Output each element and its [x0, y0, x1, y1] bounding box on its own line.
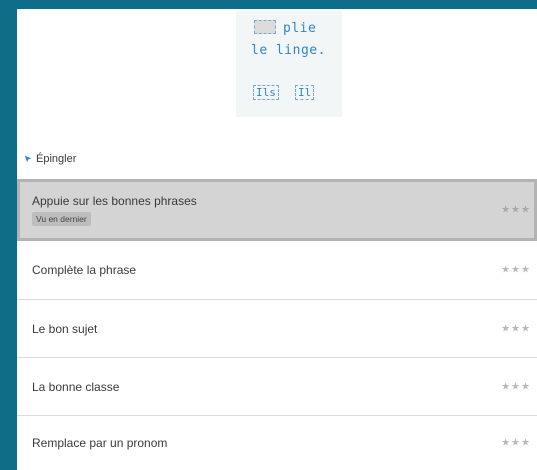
- exercise-preview-thumbnail[interactable]: plie le linge. Ils Il: [236, 11, 342, 117]
- pin-button[interactable]: Épingler: [24, 149, 76, 169]
- exercise-item-le-bon-sujet[interactable]: Le bon sujet ★★★: [17, 299, 537, 357]
- exercise-label: La bonne classe: [32, 379, 120, 394]
- rating-stars: ★★★: [501, 437, 531, 449]
- exercise-label: Le bon sujet: [32, 321, 98, 336]
- rating-stars: ★★★: [501, 381, 531, 392]
- pin-label: Épingler: [36, 153, 77, 165]
- pin-icon: [24, 155, 32, 163]
- exercise-item-appuie-sur-les-bonnes-phrases[interactable]: Appuie sur les bonnes phrases Vu en dern…: [17, 179, 537, 241]
- preview-option-il: Il: [295, 85, 315, 100]
- exercise-label: Appuie sur les bonnes phrases: [32, 194, 197, 208]
- rating-stars: ★★★: [501, 264, 531, 276]
- exercise-item-la-bonne-classe[interactable]: La bonne classe ★★★: [17, 357, 537, 415]
- preview-text-line-2: le linge.: [251, 43, 326, 58]
- exercise-item-remplace-par-un-pronom[interactable]: Remplace par un pronom ★★★: [17, 415, 537, 470]
- exercise-panel: plie le linge. Ils Il Épingler Appuie su…: [17, 9, 537, 470]
- preview-option-ils: Ils: [253, 85, 279, 100]
- rating-stars: ★★★: [501, 323, 531, 334]
- preview-text-line-1: plie: [283, 21, 317, 36]
- exercise-item-complete-la-phrase[interactable]: Complète la phrase ★★★: [17, 241, 537, 299]
- exercise-item-content: Appuie sur les bonnes phrases Vu en dern…: [32, 194, 197, 226]
- last-seen-badge: Vu en dernier: [32, 212, 91, 226]
- exercise-label: Remplace par un pronom: [32, 436, 168, 450]
- rating-stars: ★★★: [501, 204, 531, 216]
- blank-drop-zone: [254, 20, 276, 34]
- exercise-label: Complète la phrase: [32, 263, 137, 277]
